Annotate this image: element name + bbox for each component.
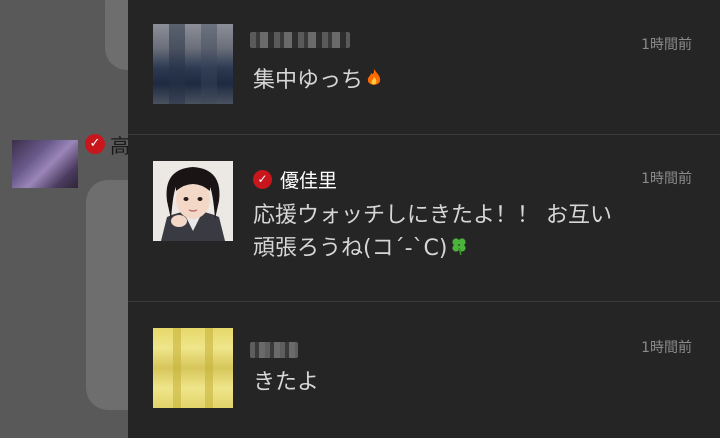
timestamp: 1時間前 <box>641 171 692 187</box>
background-chat-page: ✓ 高 <box>0 0 128 438</box>
notification-message: 応援ウォッチしにきたよ！！ お互い 頑張ろうね(コ´-`С) <box>253 199 693 266</box>
notification-message: きたよ <box>253 370 320 395</box>
timestamp: 1時間前 <box>641 37 692 53</box>
four-leaf-clover-emoji-icon <box>449 233 469 266</box>
sender-name: 優佳里 <box>280 170 338 192</box>
background-avatar <box>12 140 78 188</box>
background-message-bubble <box>86 180 128 410</box>
avatar[interactable] <box>153 24 233 104</box>
blurred-username <box>250 32 350 48</box>
fire-emoji-icon <box>365 65 383 98</box>
timestamp: 1時間前 <box>641 340 692 356</box>
verified-badge-icon: ✓ <box>253 170 272 189</box>
message-line: 頑張ろうね(コ´-`С) <box>253 236 448 261</box>
message-text: 集中ゆっち <box>253 68 364 93</box>
avatar[interactable] <box>153 161 233 241</box>
notification-item[interactable]: 1時間前 集中ゆっち <box>128 0 720 135</box>
notification-sender[interactable]: ✓ 優佳里 <box>253 166 337 193</box>
avatar[interactable] <box>153 328 233 408</box>
blurred-username <box>250 342 298 358</box>
background-bubble <box>105 0 128 70</box>
verified-badge-icon: ✓ <box>85 134 105 154</box>
notification-item[interactable]: 1時間前 きたよ <box>128 302 720 438</box>
notification-panel: 1時間前 集中ゆっち ✓ 優佳里 1時間前 応援ウォッチしにきたよ！！ お互い … <box>128 0 720 438</box>
notification-item[interactable]: ✓ 優佳里 1時間前 応援ウォッチしにきたよ！！ お互い 頑張ろうね(コ´-`С… <box>128 135 720 302</box>
notification-message: 集中ゆっち <box>253 64 693 98</box>
background-poster-name: 高 <box>110 134 128 158</box>
message-line: 応援ウォッチしにきたよ！！ お互い <box>253 203 612 228</box>
